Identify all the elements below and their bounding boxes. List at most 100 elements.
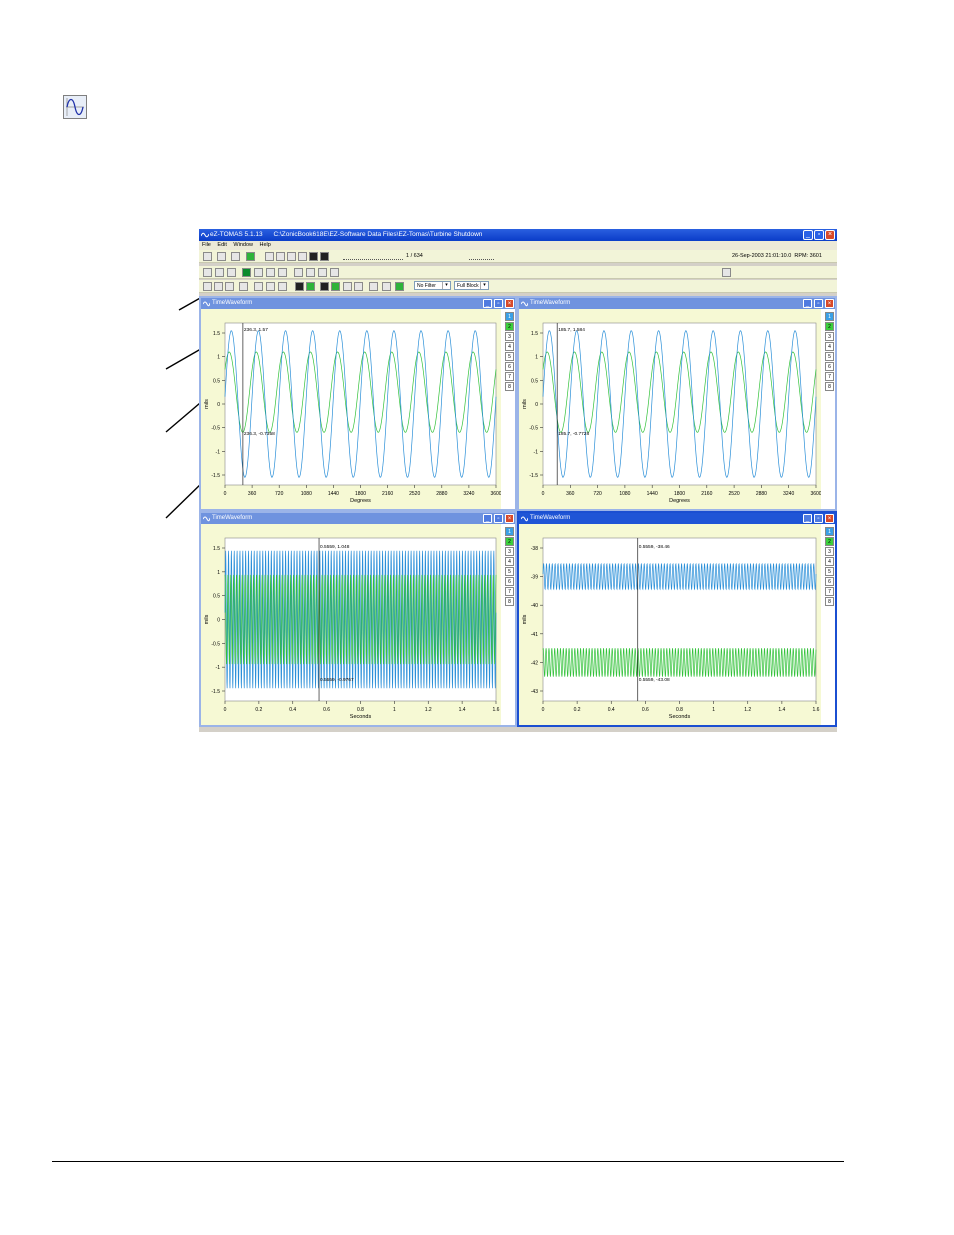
channel-toggle-4[interactable]: 4 [825, 557, 834, 566]
close-button[interactable]: × [505, 514, 514, 523]
maximize-button[interactable]: ▫ [814, 299, 823, 308]
box-icon[interactable] [225, 282, 234, 291]
grid-lines-icon[interactable] [382, 282, 391, 291]
menu-edit[interactable]: Edit [217, 241, 226, 250]
last-frame-button[interactable] [320, 252, 329, 261]
minimize-button[interactable]: _ [483, 514, 492, 523]
channel-toggle-2[interactable]: 2 [825, 537, 834, 546]
close-button[interactable]: × [825, 514, 834, 523]
maximize-button[interactable]: ▫ [814, 230, 824, 240]
channel-toggle-7[interactable]: 7 [505, 587, 514, 596]
channel-toggle-3[interactable]: 3 [825, 332, 834, 341]
trend-icon[interactable] [318, 268, 327, 277]
layout-icon-2[interactable] [215, 268, 224, 277]
harmonic-cursor-icon[interactable] [320, 282, 329, 291]
crosshair-icon[interactable] [369, 282, 378, 291]
channel-toggle-6[interactable]: 6 [505, 362, 514, 371]
plot-area[interactable]: 1.5 1 0.5 0 -0.5 -1 -1.5 0 360 720 1080 1440 1800 216… [201, 309, 502, 509]
filter-select[interactable]: No Filter ▾ [414, 281, 451, 290]
rewind-button[interactable] [276, 252, 285, 261]
zoom-icon[interactable] [203, 282, 212, 291]
block-select[interactable]: Full Block ▾ [454, 281, 489, 290]
table-icon[interactable] [278, 268, 287, 277]
layout-icon-3[interactable] [227, 268, 236, 277]
layout-icon-1[interactable] [203, 268, 212, 277]
settings-icon[interactable] [722, 268, 731, 277]
channel-toggle-3[interactable]: 3 [825, 547, 834, 556]
plot-area[interactable]: 1.5 1 0.5 0 -0.5 -1 -1.5 0 360 720 1080 1440 1800 216… [519, 309, 822, 509]
channel-toggle-5[interactable]: 5 [825, 352, 834, 361]
channel-toggle-1[interactable]: 1 [825, 312, 834, 321]
stop-playback-button[interactable] [298, 252, 307, 261]
frame-slider[interactable] [343, 255, 403, 260]
first-frame-button[interactable] [265, 252, 274, 261]
channel-toggle-3[interactable]: 3 [505, 332, 514, 341]
band-cursor-icon[interactable] [343, 282, 352, 291]
spectrum-icon[interactable] [254, 268, 263, 277]
waveform-window-2[interactable]: TimeWaveform _ ▫ × 1.5 1 0.5 0 -0.5 -1 -1.5 0 360 7… [517, 296, 837, 511]
minimize-button[interactable]: _ [803, 230, 813, 240]
stop-button[interactable] [231, 252, 240, 261]
close-button[interactable]: × [825, 299, 834, 308]
polar-icon[interactable] [306, 268, 315, 277]
channel-toggle-6[interactable]: 6 [825, 362, 834, 371]
close-button[interactable]: × [505, 299, 514, 308]
channel-toggle-2[interactable]: 2 [505, 537, 514, 546]
plot-area[interactable]: -38 -39 -40 -41 -42 -43 0 0.2 0.4 0.6 0.8 1 1.2 1.4 1.… [519, 524, 821, 725]
waveform-window-1[interactable]: TimeWaveform _ ▫ × 1.5 1 0.5 0 -0.5 -1 -1.5 0 360 7… [199, 296, 517, 511]
waveform-window-4[interactable]: TimeWaveform _ ▫ × -38 -39 -40 -41 -42 -43 0 0.2 0… [517, 511, 837, 727]
channel-toggle-7[interactable]: 7 [825, 372, 834, 381]
peak-cursor-icon[interactable] [331, 282, 340, 291]
channel-toggle-8[interactable]: 8 [505, 597, 514, 606]
play-button[interactable] [309, 252, 318, 261]
close-button[interactable]: × [825, 230, 835, 240]
channel-toggle-5[interactable]: 5 [505, 567, 514, 576]
time-waveform-icon[interactable] [242, 268, 251, 277]
channel-toggle-5[interactable]: 5 [505, 352, 514, 361]
level-icon[interactable] [203, 252, 212, 261]
grid-icon[interactable] [254, 282, 263, 291]
maximize-button[interactable]: ▫ [494, 299, 503, 308]
channel-toggle-4[interactable]: 4 [505, 557, 514, 566]
menu-file[interactable]: File [202, 241, 211, 250]
waterfall-icon[interactable] [330, 268, 339, 277]
overlay-icon[interactable] [266, 282, 275, 291]
channel-toggle-7[interactable]: 7 [825, 587, 834, 596]
plot-area[interactable]: 1.5 1 0.5 0 -0.5 -1 -1.5 0 0.2 0.4 0.6 0.8 1 1.2 1.4 1.… [201, 524, 501, 725]
channel-toggle-8[interactable]: 8 [825, 597, 834, 606]
cursor-sync-icon[interactable] [395, 282, 404, 291]
scale-icon[interactable] [239, 282, 248, 291]
maximize-button[interactable]: ▫ [494, 514, 503, 523]
channel-toggle-5[interactable]: 5 [825, 567, 834, 576]
channel-toggle-8[interactable]: 8 [825, 382, 834, 391]
channel-toggle-4[interactable]: 4 [505, 342, 514, 351]
channel-toggle-3[interactable]: 3 [505, 547, 514, 556]
minimize-button[interactable]: _ [483, 299, 492, 308]
marker-icon[interactable] [354, 282, 363, 291]
maximize-button[interactable]: ▫ [814, 514, 823, 523]
single-cursor-icon[interactable] [295, 282, 304, 291]
minimize-button[interactable]: _ [803, 514, 812, 523]
channel-toggle-1[interactable]: 1 [505, 527, 514, 536]
channel-toggle-1[interactable]: 1 [825, 527, 834, 536]
menu-help[interactable]: Help [260, 241, 271, 250]
channel-toggle-2[interactable]: 2 [825, 322, 834, 331]
waveform-window-3[interactable]: TimeWaveform _ ▫ × 1.5 1 0.5 0 -0.5 -1 -1.5 0 0.2 0… [199, 511, 517, 727]
orbit-icon[interactable] [266, 268, 275, 277]
channel-toggle-1[interactable]: 1 [505, 312, 514, 321]
pan-icon[interactable] [214, 282, 223, 291]
channel-toggle-6[interactable]: 6 [505, 577, 514, 586]
channel-toggle-6[interactable]: 6 [825, 577, 834, 586]
pause-button[interactable] [217, 252, 226, 261]
channel-toggle-8[interactable]: 8 [505, 382, 514, 391]
channel-toggle-7[interactable]: 7 [505, 372, 514, 381]
minimize-button[interactable]: _ [803, 299, 812, 308]
channel-toggle-4[interactable]: 4 [825, 342, 834, 351]
record-button[interactable] [246, 252, 255, 261]
channel-toggle-2[interactable]: 2 [505, 322, 514, 331]
dual-cursor-icon[interactable] [306, 282, 315, 291]
stack-icon[interactable] [278, 282, 287, 291]
step-back-button[interactable] [287, 252, 296, 261]
bode-icon[interactable] [294, 268, 303, 277]
menu-window[interactable]: Window [233, 241, 253, 250]
